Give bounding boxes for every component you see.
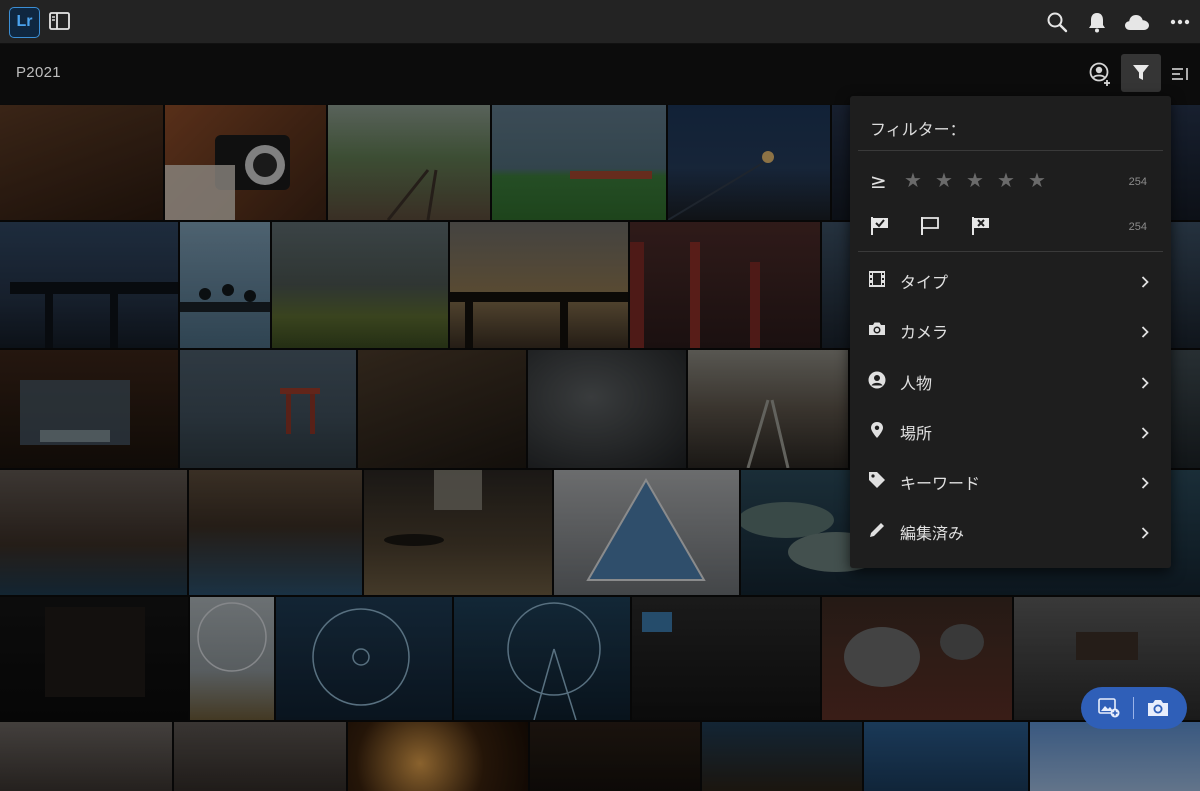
photo-thumbnail[interactable]: [190, 597, 274, 720]
photo-thumbnail[interactable]: [189, 470, 362, 595]
chevron-right-icon: [1141, 273, 1149, 292]
star-icon[interactable]: ★: [1028, 168, 1046, 192]
tag-icon: [868, 471, 886, 493]
lightroom-logo[interactable]: Lr: [9, 7, 40, 38]
photo-thumbnail[interactable]: [364, 470, 552, 595]
photo-thumbnail[interactable]: [180, 350, 356, 468]
add-photo-icon[interactable]: [1098, 698, 1120, 718]
photo-thumbnail[interactable]: [348, 722, 528, 791]
star-icon[interactable]: ★: [997, 168, 1015, 192]
add-people-icon[interactable]: [1089, 62, 1113, 86]
filter-menu-keyword[interactable]: キーワード: [850, 457, 1171, 505]
chevron-right-icon: [1141, 524, 1149, 543]
search-icon[interactable]: [1046, 11, 1068, 33]
add-photos-pill: [1081, 687, 1187, 729]
person-icon: [868, 371, 886, 393]
photo-thumbnail[interactable]: [492, 105, 666, 220]
photo-thumbnail[interactable]: [272, 222, 448, 348]
camera-icon[interactable]: [1147, 699, 1169, 717]
rating-operator[interactable]: ≥: [870, 169, 887, 193]
filter-menu-people[interactable]: 人物: [850, 357, 1171, 405]
filter-menu-edited[interactable]: 編集済み: [850, 507, 1171, 555]
divider: [858, 251, 1163, 252]
photo-thumbnail[interactable]: [632, 597, 820, 720]
photo-thumbnail[interactable]: [0, 350, 178, 468]
location-pin-icon: [868, 421, 886, 443]
photo-thumbnail[interactable]: [0, 470, 187, 595]
photo-thumbnail[interactable]: [165, 105, 326, 220]
filter-menu-label: 場所: [900, 424, 933, 443]
photo-thumbnail[interactable]: [358, 350, 526, 468]
filter-menu-label: キーワード: [900, 474, 981, 493]
photo-thumbnail[interactable]: [530, 722, 700, 791]
flag-count: 254: [1128, 221, 1147, 233]
photo-thumbnail[interactable]: [864, 722, 1028, 791]
filter-menu-location[interactable]: 場所: [850, 407, 1171, 455]
photo-thumbnail[interactable]: [0, 105, 163, 220]
photo-thumbnail[interactable]: [702, 722, 862, 791]
photo-thumbnail[interactable]: [0, 722, 172, 791]
photo-thumbnail[interactable]: [0, 222, 178, 348]
filter-menu-camera[interactable]: カメラ: [850, 306, 1171, 354]
pencil-icon: [868, 521, 886, 543]
photo-thumbnail[interactable]: [180, 222, 270, 348]
star-icon[interactable]: ★: [935, 168, 953, 192]
photo-thumbnail[interactable]: [630, 222, 820, 348]
top-bar: Lr: [0, 0, 1200, 44]
bell-icon[interactable]: [1087, 11, 1107, 33]
photo-thumbnail[interactable]: [454, 597, 630, 720]
star-icon[interactable]: ★: [904, 168, 922, 192]
photo-thumbnail[interactable]: [668, 105, 830, 220]
filter-button[interactable]: [1121, 54, 1161, 92]
star-icon[interactable]: ★: [966, 168, 984, 192]
photo-thumbnail[interactable]: [0, 597, 188, 720]
filter-menu-label: 編集済み: [900, 524, 965, 543]
chevron-right-icon: [1141, 424, 1149, 443]
film-icon: [868, 270, 886, 292]
chevron-right-icon: [1141, 323, 1149, 342]
photo-thumbnail[interactable]: [450, 222, 628, 348]
photo-thumbnail[interactable]: [528, 350, 686, 468]
filter-panel-title: フィルター：: [870, 120, 966, 139]
unflagged-icon[interactable]: [920, 216, 940, 240]
picked-flag-icon[interactable]: [870, 216, 890, 240]
photo-thumbnail[interactable]: [174, 722, 346, 791]
filter-panel: フィルター： ≥ ★ ★ ★ ★ ★ 254 254 タイプ カメラ 人物 場所…: [850, 96, 1171, 568]
sidebar-toggle-icon[interactable]: [49, 12, 70, 30]
photo-thumbnail[interactable]: [554, 470, 739, 595]
camera-icon: [868, 320, 886, 342]
divider: [858, 150, 1163, 151]
album-title: P2021: [16, 64, 61, 81]
cloud-icon[interactable]: [1124, 13, 1150, 31]
photo-thumbnail[interactable]: [276, 597, 452, 720]
photo-thumbnail[interactable]: [688, 350, 848, 468]
chevron-right-icon: [1141, 474, 1149, 493]
album-header: P2021: [0, 44, 1200, 104]
filter-menu-label: カメラ: [900, 323, 949, 342]
more-icon[interactable]: [1170, 19, 1190, 25]
filter-menu-type[interactable]: タイプ: [850, 256, 1171, 304]
photo-thumbnail[interactable]: [822, 597, 1012, 720]
filter-menu-label: 人物: [900, 374, 933, 393]
sort-icon[interactable]: [1172, 68, 1190, 80]
rating-count: 254: [1128, 176, 1147, 188]
photo-thumbnail[interactable]: [1030, 722, 1200, 791]
filter-icon: [1132, 64, 1150, 82]
filter-menu-label: タイプ: [900, 273, 949, 292]
rejected-flag-icon[interactable]: [971, 216, 991, 240]
divider: [1133, 697, 1134, 719]
chevron-right-icon: [1141, 374, 1149, 393]
photo-thumbnail[interactable]: [328, 105, 490, 220]
